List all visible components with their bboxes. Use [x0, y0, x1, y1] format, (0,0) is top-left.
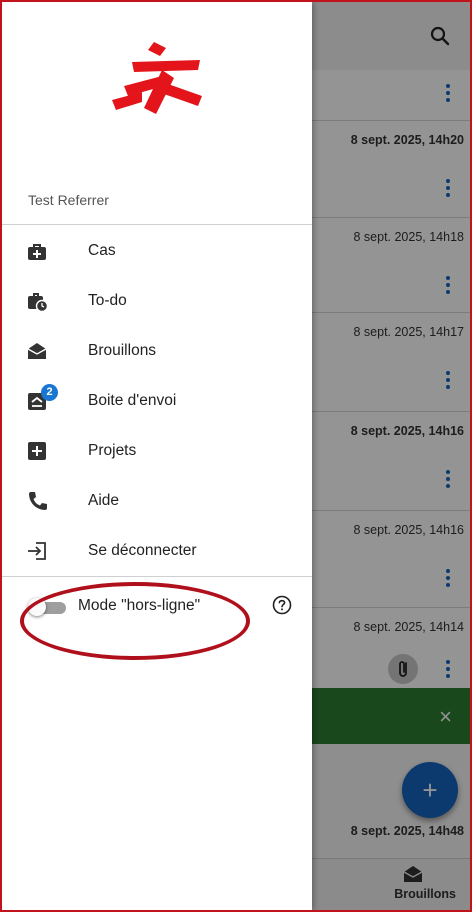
menu-label: Cas: [88, 242, 116, 259]
menu-item-brouillons[interactable]: Brouillons: [2, 328, 312, 374]
screen: 8 sept. 2025, 14h20 8 sept. 2025, 14h18 …: [0, 0, 472, 912]
offline-mode-toggle[interactable]: [28, 598, 66, 616]
menu-item-aide[interactable]: Aide: [2, 478, 312, 524]
menu-item-todo[interactable]: To-do: [2, 278, 312, 324]
offline-mode-row: Mode "hors-ligne": [2, 590, 312, 630]
help-icon[interactable]: [272, 595, 292, 615]
menu-item-projets[interactable]: Projets: [2, 428, 312, 474]
menu-label: Se déconnecter: [88, 542, 197, 559]
menu-label: Aide: [88, 492, 120, 509]
menu-label: Projets: [88, 442, 137, 459]
open-envelope-icon: [27, 343, 47, 359]
divider: [2, 224, 312, 225]
outbox-count-badge: 2: [41, 384, 58, 401]
menu-label: Brouillons: [88, 342, 157, 359]
plus-box-icon: [28, 442, 46, 460]
briefcase-clock-icon: [28, 293, 48, 312]
menu-item-boite-envoi[interactable]: 2 Boite d'envoi: [2, 378, 312, 424]
logout-icon: [28, 542, 46, 560]
menu-label: Boite d'envoi: [88, 392, 177, 409]
menu-label: To-do: [88, 292, 127, 309]
menu-item-logout[interactable]: Se déconnecter: [2, 528, 312, 574]
navigation-drawer: Test Referrer Cas To-do Brouillons 2 Boi…: [2, 2, 312, 910]
phone-icon: [29, 492, 47, 510]
divider: [2, 576, 312, 577]
menu-item-cas[interactable]: Cas: [2, 228, 312, 274]
outbox-icon-wrap: 2: [26, 384, 58, 412]
user-name: Test Referrer: [28, 192, 109, 208]
toggle-thumb: [28, 598, 46, 616]
offline-mode-label: Mode "hors-ligne": [78, 597, 201, 614]
medical-bag-icon: [28, 244, 46, 260]
msf-logo: [112, 42, 202, 114]
